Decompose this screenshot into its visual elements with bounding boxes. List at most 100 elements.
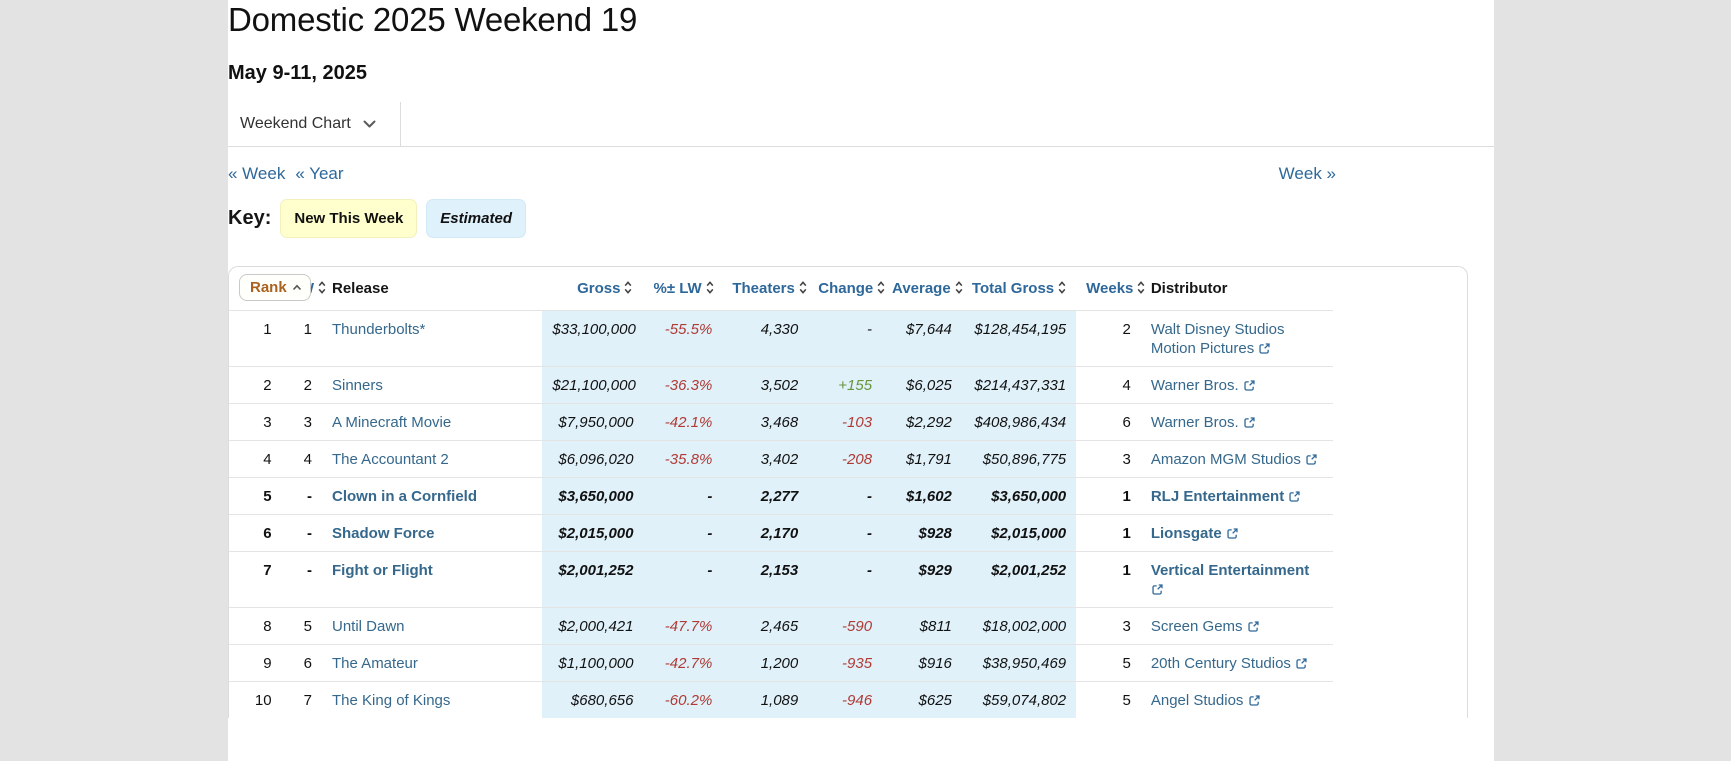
table-row: 2 2 Sinners $21,100,000 -36.3% 3,502 +15… xyxy=(229,367,1333,404)
release-link[interactable]: Fight or Flight xyxy=(332,562,433,579)
total-gross-cell: $2,001,252 xyxy=(962,552,1076,608)
sort-header-average[interactable]: Average xyxy=(892,280,951,297)
lw-cell: - xyxy=(282,515,322,552)
distributor-cell: Amazon MGM Studios xyxy=(1141,441,1333,478)
theaters-cell: 2,153 xyxy=(722,552,808,608)
external-link-icon xyxy=(1288,490,1301,503)
weeks-cell: 1 xyxy=(1076,552,1141,608)
release-link[interactable]: The Amateur xyxy=(332,655,418,672)
release-link[interactable]: The Accountant 2 xyxy=(332,451,449,468)
sort-header-theaters[interactable]: Theaters xyxy=(732,280,795,297)
distributor-cell: Lionsgate xyxy=(1141,515,1333,552)
distributor-link[interactable]: Walt Disney Studios Motion Pictures xyxy=(1151,321,1285,357)
distributor-link[interactable]: Warner Bros. xyxy=(1151,377,1256,394)
weekend-chart-dropdown-label: Weekend Chart xyxy=(240,115,351,133)
theaters-cell: 3,468 xyxy=(722,404,808,441)
sort-both-icon[interactable] xyxy=(623,280,633,295)
sort-header-change[interactable]: Change xyxy=(818,280,873,297)
release-cell: Thunderbolts* xyxy=(322,311,542,367)
page-title: Domestic 2025 Weekend 19 xyxy=(228,0,1336,40)
theaters-cell: 3,502 xyxy=(722,367,808,404)
distributor-cell: RLJ Entertainment xyxy=(1141,478,1333,515)
key-new-this-week-badge: New This Week xyxy=(280,199,417,238)
sort-both-icon[interactable] xyxy=(798,280,808,295)
release-cell: The King of Kings xyxy=(322,682,542,719)
release-link[interactable]: Clown in a Cornfield xyxy=(332,488,477,505)
pct-lw-cell: -36.3% xyxy=(643,367,722,404)
release-link[interactable]: The King of Kings xyxy=(332,692,450,709)
table-row: 6 - Shadow Force $2,015,000 - 2,170 - $9… xyxy=(229,515,1333,552)
distributor-link[interactable]: Screen Gems xyxy=(1151,618,1260,635)
distributor-link[interactable]: Amazon MGM Studios xyxy=(1151,451,1318,468)
average-cell: $811 xyxy=(882,608,962,645)
distributor-link[interactable]: RLJ Entertainment xyxy=(1151,488,1302,505)
distributor-cell: Warner Bros. xyxy=(1141,404,1333,441)
weeks-cell: 1 xyxy=(1076,478,1141,515)
change-cell: -590 xyxy=(808,608,882,645)
lw-cell: 2 xyxy=(282,367,322,404)
sort-asc-icon xyxy=(292,284,302,291)
release-cell: Shadow Force xyxy=(322,515,542,552)
next-week-link[interactable]: Week » xyxy=(1279,164,1336,184)
chevron-down-icon xyxy=(363,120,376,128)
table-row: 7 - Fight or Flight $2,001,252 - 2,153 -… xyxy=(229,552,1333,608)
release-link[interactable]: Until Dawn xyxy=(332,618,405,635)
gross-cell: $2,000,421 xyxy=(542,608,643,645)
average-cell: $625 xyxy=(882,682,962,719)
release-link[interactable]: Thunderbolts* xyxy=(332,321,425,338)
external-link-icon xyxy=(1226,527,1239,540)
pct-lw-cell: -42.1% xyxy=(643,404,722,441)
prev-year-link[interactable]: « Year xyxy=(295,164,343,184)
sort-header-gross[interactable]: Gross xyxy=(577,280,620,297)
sort-both-icon[interactable] xyxy=(876,280,886,295)
release-link[interactable]: Shadow Force xyxy=(332,525,435,542)
weeks-cell: 2 xyxy=(1076,311,1141,367)
change-cell: -935 xyxy=(808,645,882,682)
table-row: 5 - Clown in a Cornfield $3,650,000 - 2,… xyxy=(229,478,1333,515)
rank-cell: 9 xyxy=(229,645,282,682)
gross-cell: $2,001,252 xyxy=(542,552,643,608)
distributor-cell: Warner Bros. xyxy=(1141,367,1333,404)
average-cell: $7,644 xyxy=(882,311,962,367)
rank-cell: 1 xyxy=(229,311,282,367)
rank-cell: 10 xyxy=(229,682,282,719)
rank-cell: 4 xyxy=(229,441,282,478)
sort-header-rank[interactable]: Rank xyxy=(239,274,311,301)
table-header-row: Rank LW Release Gross %± LW Theaters Cha… xyxy=(229,269,1333,311)
prev-week-link[interactable]: « Week xyxy=(228,164,285,184)
sort-header-weeks[interactable]: Weeks xyxy=(1086,280,1133,297)
sort-both-icon[interactable] xyxy=(1136,280,1146,295)
total-gross-cell: $59,074,802 xyxy=(962,682,1076,719)
sort-both-icon[interactable] xyxy=(1057,280,1067,295)
theaters-cell: 2,465 xyxy=(722,608,808,645)
release-cell: Sinners xyxy=(322,367,542,404)
week-navigation: « Week « Year Week » xyxy=(228,164,1336,184)
total-gross-cell: $128,454,195 xyxy=(962,311,1076,367)
theaters-cell: 2,170 xyxy=(722,515,808,552)
distributor-link[interactable]: Lionsgate xyxy=(1151,525,1239,542)
sort-header-total-gross[interactable]: Total Gross xyxy=(972,280,1054,297)
theaters-cell: 2,277 xyxy=(722,478,808,515)
distributor-link[interactable]: Warner Bros. xyxy=(1151,414,1256,431)
release-link[interactable]: A Minecraft Movie xyxy=(332,414,451,431)
release-link[interactable]: Sinners xyxy=(332,377,383,394)
lw-cell: - xyxy=(282,478,322,515)
change-cell: +155 xyxy=(808,367,882,404)
total-gross-cell: $3,650,000 xyxy=(962,478,1076,515)
sort-both-icon[interactable] xyxy=(317,280,327,295)
pct-lw-cell: - xyxy=(643,478,722,515)
weekend-chart-dropdown[interactable]: Weekend Chart xyxy=(228,102,401,146)
distributor-link[interactable]: Vertical Entertainment xyxy=(1151,562,1309,598)
table-row: 10 7 The King of Kings $680,656 -60.2% 1… xyxy=(229,682,1333,719)
theaters-cell: 4,330 xyxy=(722,311,808,367)
gross-cell: $3,650,000 xyxy=(542,478,643,515)
sort-header-pct-lw[interactable]: %± LW xyxy=(653,280,701,297)
rank-cell: 7 xyxy=(229,552,282,608)
sort-both-icon[interactable] xyxy=(705,280,715,295)
distributor-link[interactable]: Angel Studios xyxy=(1151,692,1261,709)
change-cell: -103 xyxy=(808,404,882,441)
distributor-link[interactable]: 20th Century Studios xyxy=(1151,655,1308,672)
gross-cell: $680,656 xyxy=(542,682,643,719)
sort-both-icon[interactable] xyxy=(954,280,964,295)
legend-key: Key: New This Week Estimated xyxy=(228,199,1336,238)
